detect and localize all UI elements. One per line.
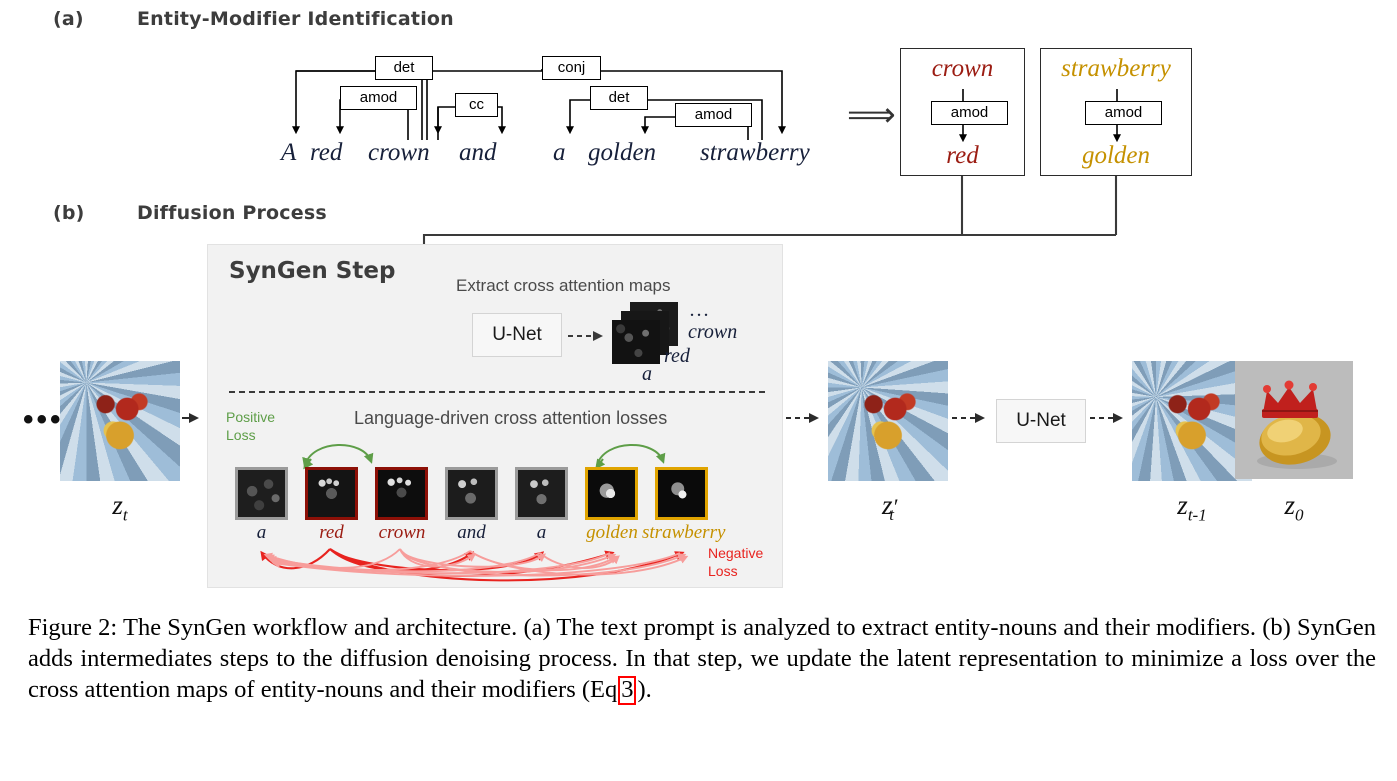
attention-map-a-1[interactable]	[235, 467, 288, 520]
unet-to-ztm1-arrow	[1090, 410, 1134, 426]
latent-label-zt: zt	[60, 490, 180, 525]
panel-divider	[229, 391, 765, 395]
latent-image-ztm1	[1132, 361, 1252, 481]
pipeline-left-ellipsis: •••	[23, 403, 64, 436]
dep-word-red: red	[310, 139, 343, 166]
caption-suffix: ).	[637, 676, 652, 704]
dep-relation-conj: conj	[542, 56, 601, 80]
dep-word-a-1: A	[281, 139, 297, 166]
attention-map-strawberry[interactable]	[655, 467, 708, 520]
extract-maps-label: Extract cross attention maps	[456, 276, 671, 295]
dep-relation-det-2: det	[590, 86, 648, 110]
ztprime-to-unet-arrow	[952, 410, 996, 426]
attention-map-and[interactable]	[445, 467, 498, 520]
syngen-panel-title: SynGen Step	[229, 258, 396, 284]
syngen-step-panel: SynGen Step Extract cross attention maps…	[207, 244, 783, 588]
dep-word-crown: crown	[368, 139, 430, 166]
zt-to-panel-arrow	[182, 410, 208, 426]
attention-stack-label-a: a	[642, 363, 652, 385]
negative-loss-line2: Loss	[708, 562, 738, 579]
final-label-z0-base: z	[1284, 490, 1295, 520]
final-label-z0-sub: 0	[1295, 505, 1304, 525]
dep-word-and: and	[459, 139, 497, 166]
latent-label-ztm1-sub: t-1	[1187, 505, 1207, 525]
entity-relation-amod-strawberry: amod	[1085, 101, 1162, 125]
attention-map-a-2[interactable]	[515, 467, 568, 520]
unet-box-pipeline[interactable]: U-Net	[996, 399, 1086, 443]
latent-label-ztm1: zt-1	[1132, 490, 1252, 525]
entity-modifier-golden: golden	[1081, 142, 1151, 169]
final-image-z0	[1235, 361, 1353, 479]
negative-loss-label: Negative Loss	[708, 545, 763, 580]
caption-text: Figure 2: The SynGen workflow and archit…	[28, 614, 1376, 704]
latent-label-ztprime-sub: t	[889, 505, 895, 525]
dep-word-golden: golden	[588, 139, 657, 166]
entity-relation-amod-crown: amod	[931, 101, 1008, 125]
attention-map-red[interactable]	[305, 467, 358, 520]
dep-relation-amod-1: amod	[340, 86, 417, 110]
caption-eq-reference[interactable]: 3	[618, 676, 637, 705]
entity-modifier-red: red	[946, 142, 979, 169]
negative-loss-line1: Negative	[708, 545, 764, 561]
dep-word-a-2: a	[553, 139, 566, 166]
final-label-z0: z0	[1235, 490, 1353, 525]
latent-label-ztm1-base: z	[1177, 490, 1188, 520]
section-b-letter: (b)	[53, 202, 85, 224]
latent-label-zt-base: z	[112, 490, 123, 520]
latent-image-ztprime	[828, 361, 948, 481]
latent-label-ztprime: z′t	[828, 490, 948, 525]
attention-map-crown[interactable]	[375, 467, 428, 520]
entity-box-crown: crown amod red	[900, 48, 1025, 176]
positive-loss-arrows	[208, 423, 784, 473]
unet-to-maps-arrow	[566, 325, 612, 347]
section-a-letter: (a)	[53, 8, 84, 30]
attention-map-stack-front	[612, 320, 660, 364]
dep-relation-det-1: det	[375, 56, 433, 80]
figure-caption: Figure 2: The SynGen workflow and archit…	[28, 612, 1376, 705]
latent-label-zt-sub: t	[122, 505, 128, 525]
latent-image-zt	[60, 361, 180, 481]
dep-relation-cc: cc	[455, 93, 498, 117]
dep-word-strawberry: strawberry	[700, 139, 810, 166]
unet-box-syngen[interactable]: U-Net	[472, 313, 562, 357]
panel-to-ztprime-arrow	[786, 410, 830, 426]
attention-stack-label-red: red	[664, 345, 690, 367]
section-b-title: Diffusion Process	[137, 202, 327, 224]
attention-stack-label-crown: crown	[688, 321, 738, 343]
implies-arrow-icon: ⟹	[847, 96, 896, 134]
attention-map-golden[interactable]	[585, 467, 638, 520]
dep-relation-amod-2: amod	[675, 103, 752, 127]
attention-stack-ellipsis-label: ...	[690, 299, 711, 321]
entity-box-strawberry: strawberry amod golden	[1040, 48, 1192, 176]
section-a-title: Entity-Modifier Identification	[137, 8, 454, 30]
negative-loss-arrows	[208, 541, 784, 589]
